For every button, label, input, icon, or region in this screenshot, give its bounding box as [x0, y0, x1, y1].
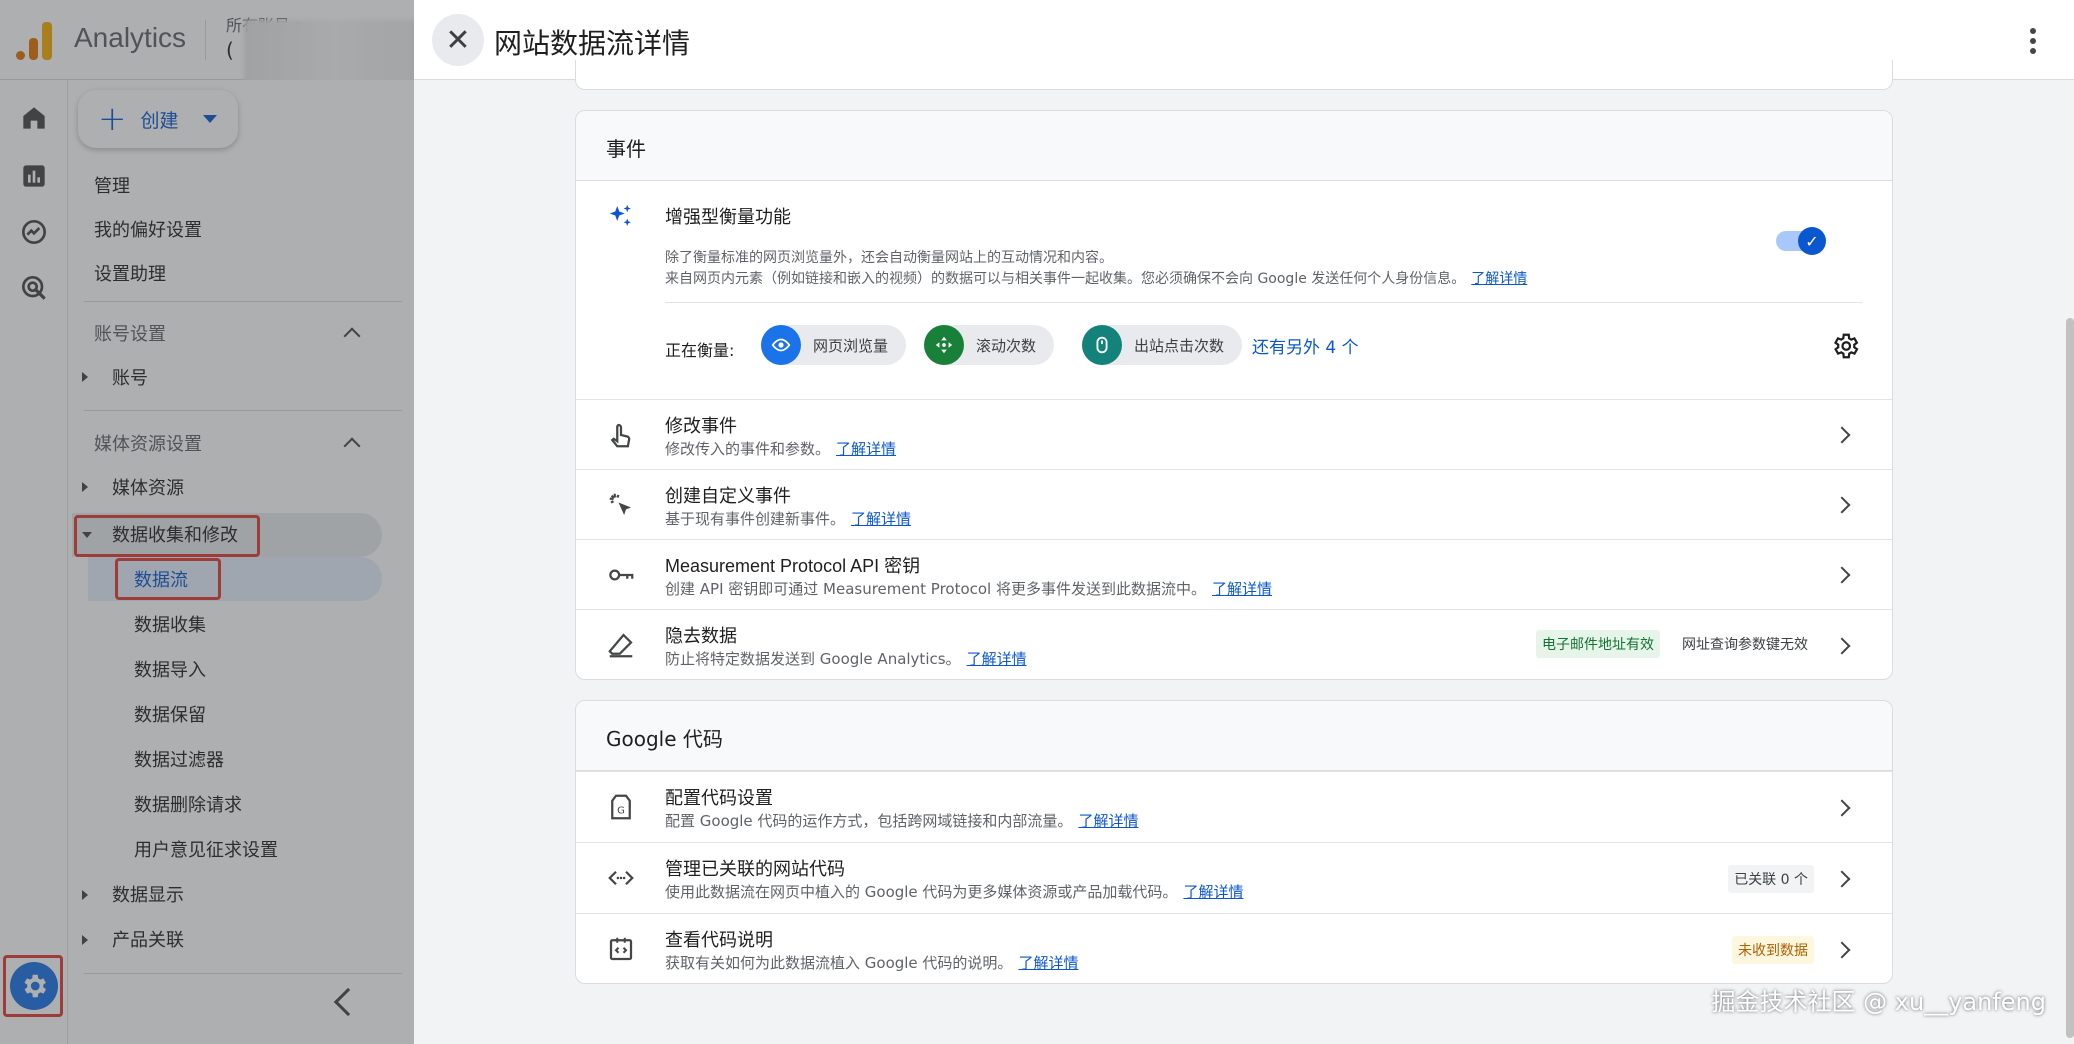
chevron-right-icon: [1833, 637, 1851, 655]
list-item-tag-instructions[interactable]: 查看代码说明 获取有关如何为此数据流植入 Google 代码的说明。 了解详情 未…: [576, 913, 1892, 985]
learn-more-link[interactable]: 了解详情: [1212, 580, 1272, 598]
row-desc: 配置 Google 代码的运作方式，包括跨网域链接和内部流量。 了解详情: [665, 812, 1139, 830]
close-icon: ✕: [445, 22, 471, 58]
enhanced-measurement-desc-2: 来自网页内元素（例如链接和嵌入的视频）的数据可以与相关事件一起收集。您必须确保不…: [665, 268, 1527, 288]
status-badge-connected: 已关联 0 个: [1728, 865, 1814, 893]
chevron-right-icon: [1833, 426, 1851, 444]
row-title: 配置代码设置: [665, 788, 773, 809]
learn-more-link[interactable]: 了解详情: [851, 510, 911, 528]
measuring-chip-page-views: 网页浏览量: [761, 325, 907, 365]
list-item-measurement-protocol[interactable]: Measurement Protocol API 密钥 创建 API 密钥即可通…: [576, 539, 1892, 609]
row-desc: 使用此数据流在网页中植入的 Google 代码为更多媒体资源或产品加载代码。 了解…: [665, 883, 1244, 901]
chevron-right-icon: [1833, 941, 1851, 959]
close-button[interactable]: ✕: [432, 14, 484, 66]
row-title: 管理已关联的网站代码: [665, 859, 845, 880]
google-tag-card: Google 代码 G 配置代码设置 配置 Google 代码的运作方式，包括跨…: [575, 700, 1893, 984]
measuring-chip-scrolls: 滚动次数: [924, 325, 1055, 365]
status-badge-email: 电子邮件地址有效: [1536, 630, 1660, 658]
row-title: 创建自定义事件: [665, 486, 791, 507]
code-link-icon: [606, 863, 636, 893]
check-icon: ✓: [1798, 227, 1826, 255]
row-title: Measurement Protocol API 密钥: [665, 556, 921, 576]
learn-more-link[interactable]: 了解详情: [836, 440, 896, 458]
learn-more-link[interactable]: 了解详情: [1471, 271, 1527, 287]
watermark: 掘金技术社区 @ xu__yanfeng: [1711, 988, 2046, 1016]
list-item-modify-events[interactable]: 修改事件 修改传入的事件和参数。 了解详情: [576, 399, 1892, 469]
status-badge-no-data: 未收到数据: [1732, 936, 1814, 964]
card-title: 事件: [606, 137, 646, 161]
card-header: [576, 701, 1892, 771]
list-item-create-custom-event[interactable]: 创建自定义事件 基于现有事件创建新事件。 了解详情: [576, 469, 1892, 539]
row-desc: 创建 API 密钥即可通过 Measurement Protocol 将更多事件…: [665, 580, 1273, 598]
chevron-right-icon: [1833, 799, 1851, 817]
learn-more-link[interactable]: 了解详情: [1018, 954, 1078, 972]
desc-text: 来自网页内元素（例如链接和嵌入的视频）的数据可以与相关事件一起收集。您必须确保不…: [665, 271, 1466, 287]
events-card: 事件 增强型衡量功能 除了衡量标准的网页浏览量外，还会自动衡量网站上的互动情况和…: [575, 110, 1893, 680]
chip-label: 出站点击次数: [1134, 336, 1225, 355]
learn-more-link[interactable]: 了解详情: [1078, 812, 1138, 830]
click-sparkle-icon: [606, 490, 636, 520]
svg-text:G: G: [617, 805, 625, 816]
row-desc: 基于现有事件创建新事件。 了解详情: [665, 510, 912, 528]
row-desc: 防止将特定数据发送到 Google Analytics。 了解详情: [665, 650, 1027, 668]
learn-more-link[interactable]: 了解详情: [967, 650, 1027, 668]
list-item-connected-tags[interactable]: 管理已关联的网站代码 使用此数据流在网页中植入的 Google 代码为更多媒体资…: [576, 842, 1892, 913]
eraser-icon: [606, 630, 636, 660]
scrollbar[interactable]: [2066, 318, 2074, 1038]
row-desc: 获取有关如何为此数据流植入 Google 代码的说明。 了解详情: [665, 954, 1079, 972]
touch-icon: [606, 420, 636, 450]
card-title: Google 代码: [606, 727, 723, 751]
learn-more-link[interactable]: 了解详情: [1183, 883, 1243, 901]
overlay-scrim[interactable]: [0, 0, 414, 1044]
chip-label: 滚动次数: [976, 336, 1037, 355]
list-item-redact-data[interactable]: 隐去数据 防止将特定数据发送到 Google Analytics。 了解详情 电子…: [576, 609, 1892, 681]
tag-icon: G: [606, 792, 636, 822]
chevron-right-icon: [1833, 870, 1851, 888]
list-item-configure-tag[interactable]: G 配置代码设置 配置 Google 代码的运作方式，包括跨网域链接和内部流量。…: [576, 771, 1892, 842]
row-title: 修改事件: [665, 416, 737, 437]
panel-title: 网站数据流详情: [494, 27, 691, 60]
more-measurements-link[interactable]: 还有另外 4 个: [1252, 333, 1359, 358]
row-desc: 修改传入的事件和参数。 了解详情: [665, 440, 897, 458]
chip-label: 网页浏览量: [813, 336, 889, 355]
key-icon: [606, 560, 636, 590]
status-badge-url-params: 网址查询参数键无效: [1676, 630, 1814, 658]
eye-icon: [761, 325, 801, 365]
measuring-label: 正在衡量:: [665, 341, 735, 360]
card-header: [576, 111, 1892, 181]
enhanced-measurement-title: 增强型衡量功能: [665, 207, 791, 228]
row-title: 隐去数据: [665, 626, 737, 647]
chevron-right-icon: [1833, 566, 1851, 584]
enhanced-measurement-desc: 除了衡量标准的网页浏览量外，还会自动衡量网站上的互动情况和内容。: [665, 250, 1113, 266]
row-title: 查看代码说明: [665, 930, 773, 951]
enhanced-measurement-toggle[interactable]: ✓: [1776, 227, 1826, 255]
code-instructions-icon: [606, 934, 636, 964]
mouse-icon: [1082, 325, 1122, 365]
stream-details-panel: ✕ 网站数据流详情 事件 增强型衡量功能 除了衡量标准的网页浏览量外，还会自动衡…: [414, 0, 2074, 1044]
sparkle-icon: [606, 201, 636, 231]
measuring-chip-outbound-clicks: 出站点击次数: [1082, 325, 1243, 365]
chevron-right-icon: [1833, 496, 1851, 514]
divider: [665, 302, 1862, 303]
previous-card-edge: [575, 60, 1893, 90]
gear-icon[interactable]: [1830, 331, 1860, 361]
more-options-icon[interactable]: [2030, 28, 2036, 54]
scroll-icon: [924, 325, 964, 365]
